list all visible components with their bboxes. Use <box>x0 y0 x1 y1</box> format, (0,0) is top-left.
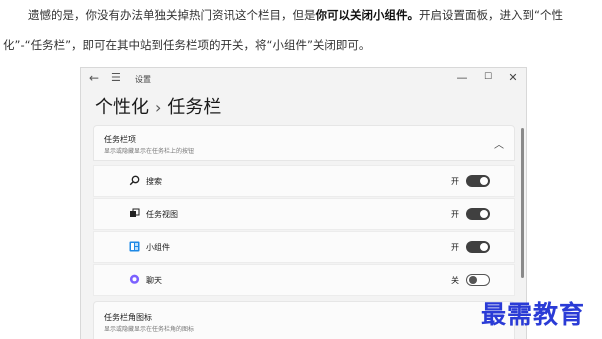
taskbar-item-search: 搜索 开 <box>93 165 515 197</box>
article-text: 开启设置面板，进入到“个性 <box>419 8 563 22</box>
widgets-icon <box>128 241 140 255</box>
toggle-state-label: 开 <box>451 243 459 252</box>
chat-toggle[interactable] <box>466 274 490 286</box>
taskbar-item-widgets: 小组件 开 <box>93 231 515 263</box>
breadcrumb-current: 任务栏 <box>167 97 222 118</box>
item-label: 小组件 <box>146 243 170 252</box>
search-icon <box>128 175 140 189</box>
taskbar-corner-icons-section[interactable]: 任务栏角图标 显示或隐藏显示在任务栏角的图标 <box>93 301 515 339</box>
task-view-toggle[interactable] <box>466 208 490 220</box>
taskbar-items-header[interactable]: 任务栏项 显示或隐藏显示在任务栏上的按钮 ︿ <box>93 125 515 161</box>
item-label: 任务视图 <box>146 210 178 219</box>
toggle-knob <box>469 276 477 284</box>
back-arrow-icon[interactable]: ← <box>89 71 99 85</box>
toggle-state-label: 开 <box>451 210 459 219</box>
maximize-icon[interactable]: ☐ <box>481 72 495 82</box>
breadcrumb-separator: › <box>155 98 162 117</box>
item-label: 搜索 <box>146 177 162 186</box>
minimize-icon[interactable]: — <box>455 71 469 84</box>
scrollbar-thumb[interactable] <box>521 128 524 278</box>
item-label: 聊天 <box>146 276 162 285</box>
hamburger-menu-icon[interactable]: ☰ <box>111 71 121 84</box>
chevron-up-icon[interactable]: ︿ <box>494 136 504 151</box>
settings-window: ← ☰ 设置 — ☐ ✕ 个性化 › 任务栏 任务栏项 显示或隐藏显示在任务栏上的按… <box>80 67 527 339</box>
article-paragraph-line-2: 化”-“任务栏”，即可在其中站到任务栏项的开关，将“小组件”关闭即可。 <box>3 38 371 52</box>
article-paragraph-line-1: 遗憾的是，你没有办法单独关掉热门资讯这个栏目，但是你可以关闭小组件。开启设置面板… <box>28 7 563 23</box>
breadcrumb: 个性化 › 任务栏 <box>95 93 221 119</box>
toggle-knob <box>480 243 488 251</box>
section-subtitle: 显示或隐藏显示在任务栏角的图标 <box>104 326 195 333</box>
task-view-icon <box>128 208 140 222</box>
article-text: 遗憾的是，你没有办法单独关掉热门资讯这个栏目，但是 <box>28 8 316 22</box>
section-title: 任务栏角图标 <box>104 313 152 322</box>
section-subtitle: 显示或隐藏显示在任务栏上的按钮 <box>104 148 195 155</box>
taskbar-item-task-view: 任务视图 开 <box>93 198 515 230</box>
toggle-knob <box>480 210 488 218</box>
search-toggle[interactable] <box>466 175 490 187</box>
toggle-state-label: 关 <box>451 276 459 285</box>
watermark-logo: 最需教育 <box>481 300 586 329</box>
widgets-toggle[interactable] <box>466 241 490 253</box>
article-bold-text: 你可以关闭小组件。 <box>315 8 420 22</box>
chat-icon <box>128 274 140 288</box>
toggle-knob <box>480 177 488 185</box>
toggle-state-label: 开 <box>451 177 459 186</box>
window-title: 设置 <box>135 75 151 84</box>
title-bar: ← ☰ 设置 — ☐ ✕ <box>81 68 526 90</box>
taskbar-item-chat: 聊天 关 <box>93 264 515 296</box>
section-title: 任务栏项 <box>104 135 136 144</box>
breadcrumb-parent[interactable]: 个性化 <box>95 97 149 118</box>
close-icon[interactable]: ✕ <box>506 71 520 84</box>
